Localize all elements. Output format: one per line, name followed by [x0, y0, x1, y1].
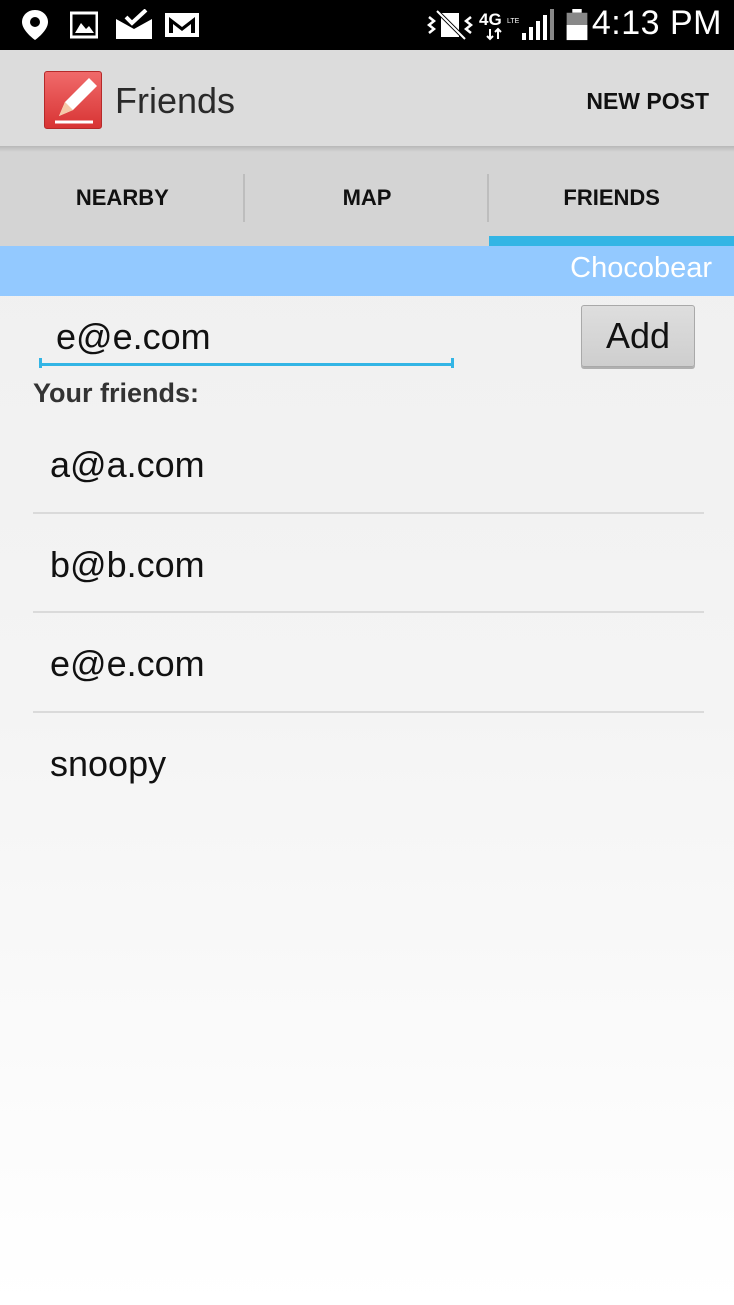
friends-heading: Your friends:	[33, 378, 200, 408]
status-time: 4:13 PM	[591, 4, 722, 42]
mail-check-icon	[116, 9, 152, 39]
friend-name: b@b.com	[50, 543, 205, 585]
vibrate-icon	[426, 9, 474, 41]
svg-text:4G: 4G	[479, 10, 502, 29]
input-underline-tick	[451, 358, 454, 368]
tab-friends[interactable]: FRIENDS	[489, 152, 734, 246]
app-icon[interactable]	[44, 71, 102, 129]
tab-nearby[interactable]: NEARBY	[0, 152, 245, 246]
selected-tab-indicator	[489, 236, 734, 246]
friend-name: e@e.com	[50, 643, 205, 684]
user-banner: Chocobear	[0, 246, 734, 296]
signal-icon	[522, 9, 554, 40]
tab-bar: NEARBY MAP FRIENDS	[0, 152, 734, 246]
status-bar: 4G LTE 4:13 PM	[0, 0, 734, 50]
new-post-button[interactable]: NEW POST	[586, 88, 709, 115]
list-item[interactable]: b@b.com	[33, 514, 704, 613]
list-item[interactable]: a@a.com	[33, 414, 704, 514]
list-item[interactable]: snoopy	[33, 713, 704, 813]
image-icon	[70, 11, 98, 39]
friend-email-input[interactable]	[40, 310, 454, 366]
input-underline-tick	[39, 358, 42, 368]
location-icon	[22, 10, 48, 40]
list-item[interactable]: e@e.com	[33, 613, 704, 713]
friend-name: snoopy	[50, 742, 167, 784]
pencil-icon	[55, 78, 97, 124]
tab-map[interactable]: MAP	[245, 152, 490, 246]
current-user-name: Chocobear	[570, 252, 712, 284]
app-title: Friends	[115, 80, 236, 121]
friend-name: a@a.com	[50, 444, 205, 485]
tab-label: NEARBY	[75, 185, 169, 210]
svg-text:LTE: LTE	[507, 18, 520, 25]
action-bar: Friends NEW POST	[0, 50, 734, 146]
friends-list: a@a.com b@b.com e@e.com snoopy	[33, 414, 704, 812]
tab-label: MAP	[342, 185, 392, 210]
add-friend-button[interactable]: Add	[581, 305, 695, 367]
battery-icon	[566, 9, 588, 41]
gmail-icon	[165, 13, 199, 37]
tab-label: FRIENDS	[563, 185, 660, 210]
network-4g-lte-icon: 4G LTE	[479, 10, 520, 41]
